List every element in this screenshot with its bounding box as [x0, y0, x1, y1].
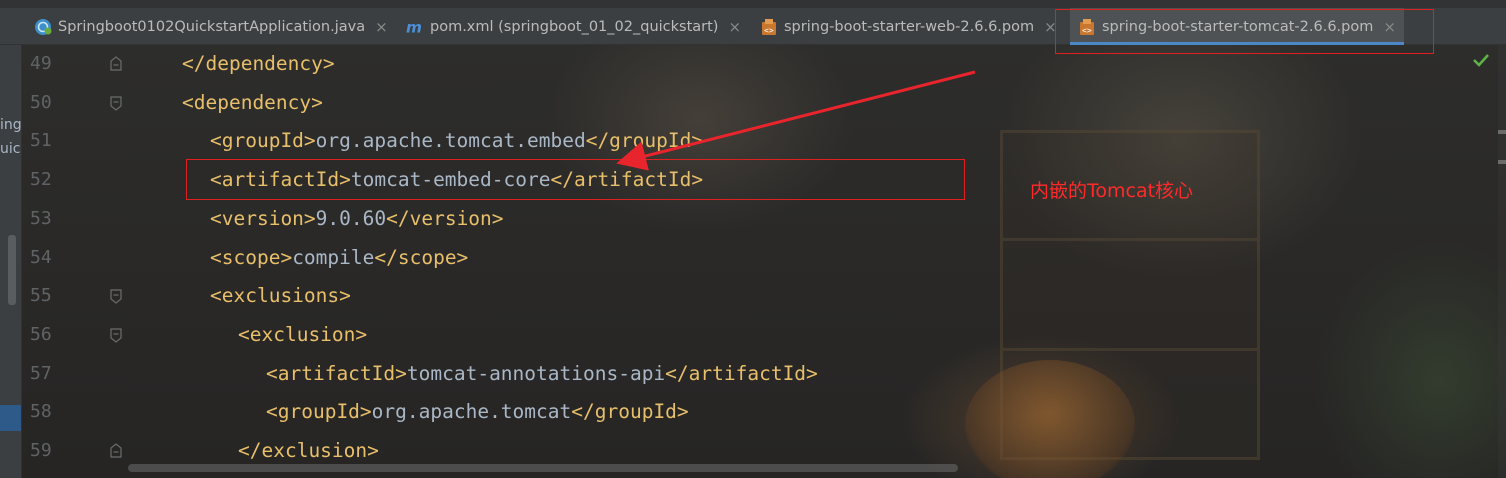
scroll-marker [1498, 160, 1506, 164]
scroll-marker [1498, 130, 1506, 134]
inspection-ok-icon[interactable] [1472, 52, 1490, 72]
horizontal-scrollbar[interactable] [128, 464, 958, 472]
annotation-arrow [616, 70, 976, 171]
vertical-scrollbar[interactable] [1498, 45, 1506, 478]
annotation-label: 内嵌的Tomcat核心 [1030, 180, 1194, 202]
